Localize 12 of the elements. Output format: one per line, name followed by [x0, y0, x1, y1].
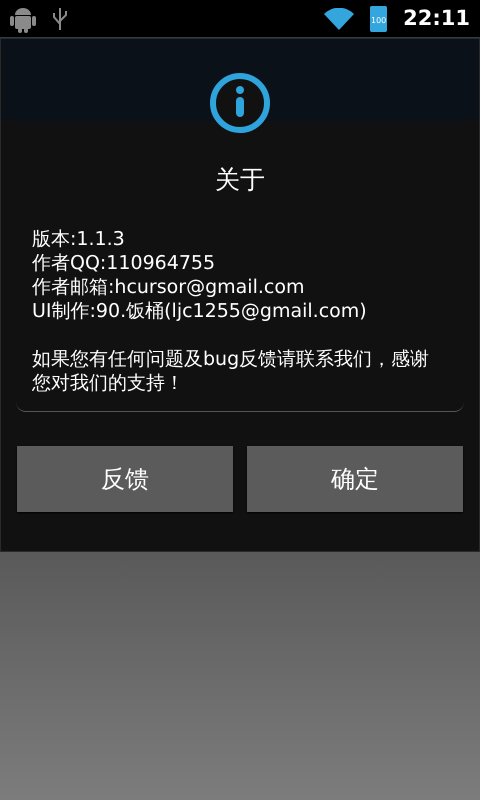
dialog-button[interactable]: 确定 [247, 446, 463, 512]
wifi-icon [324, 8, 354, 30]
dialog-button[interactable]: 反馈 [17, 446, 233, 512]
info-line: 版本:1.1.3 [32, 226, 126, 250]
status-time: 22:11 [403, 4, 470, 32]
message-text: 如果您有任何问题及bug反馈请联系我们，感谢您对我们的支持！ [32, 346, 430, 394]
info-line: UI制作:90.饭桶(ljc1255@gmail.com) [32, 298, 368, 322]
dialog-title: 关于 [214, 164, 266, 196]
usb-icon [52, 6, 68, 32]
battery-icon: 100 [370, 6, 388, 32]
info-line: 作者邮箱:hcursor@gmail.com [32, 274, 306, 298]
info-line: 作者QQ:110964755 [32, 250, 216, 274]
